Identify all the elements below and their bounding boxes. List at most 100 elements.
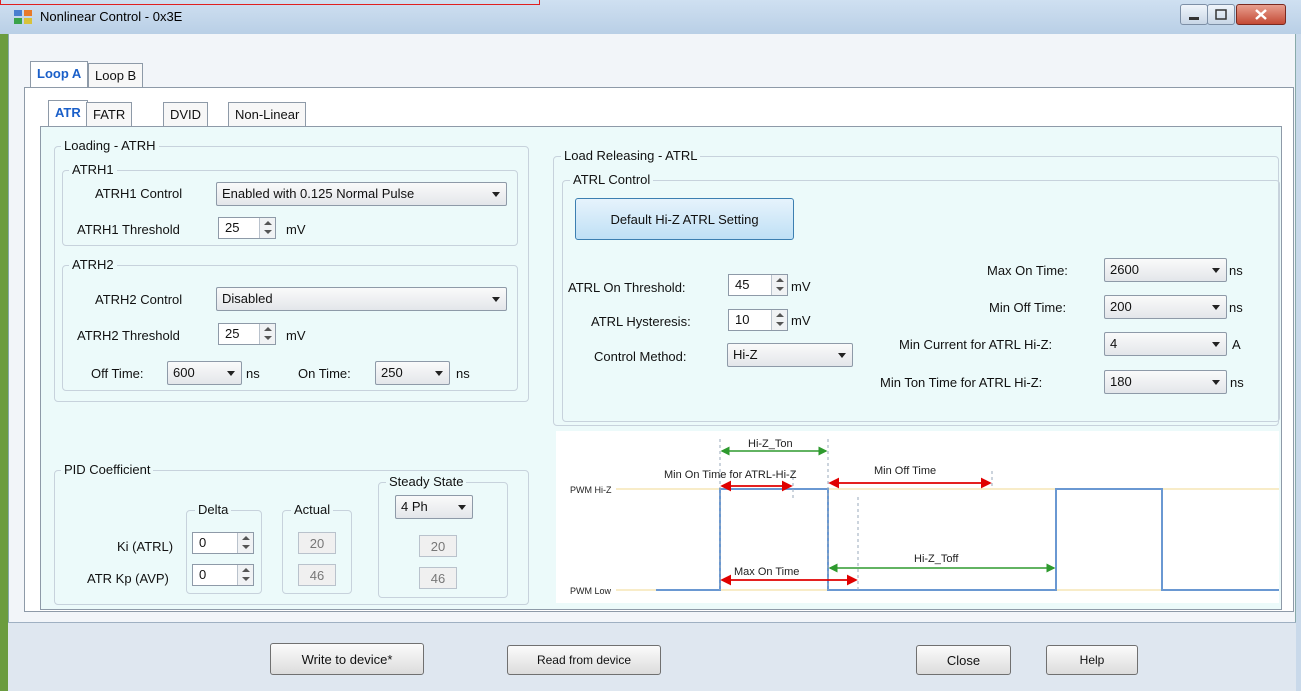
- max-on-time-label: Max On Time: [734, 566, 799, 578]
- tab-fatr[interactable]: FATR: [86, 102, 133, 126]
- chevron-down-icon: [492, 192, 500, 197]
- tab-atr[interactable]: ATR: [48, 100, 88, 126]
- default-hiz-atrl-button[interactable]: Default Hi-Z ATRL Setting: [575, 198, 794, 240]
- tab-label: Non-Linear: [235, 107, 300, 122]
- ki-delta-spinner[interactable]: 0: [192, 532, 254, 554]
- help-button[interactable]: Help: [1046, 645, 1138, 675]
- arrow-down-icon: [776, 322, 784, 326]
- write-to-device-button[interactable]: Write to device*: [270, 643, 424, 675]
- select-value: 180: [1110, 374, 1132, 389]
- min-current-label: Min Current for ATRL Hi-Z:: [899, 337, 1053, 352]
- max-on-time-unit: ns: [1229, 263, 1243, 278]
- minimize-button[interactable]: [1180, 4, 1208, 25]
- phase-select[interactable]: 4 Ph: [395, 495, 473, 519]
- select-value: 2600: [1110, 262, 1139, 277]
- group-title: Load Releasing - ATRL: [561, 148, 701, 163]
- minimize-icon: [1189, 17, 1199, 20]
- group-title: PID Coefficient: [61, 462, 154, 477]
- chevron-down-icon: [1212, 268, 1220, 273]
- ki-label: Ki (ATRL): [117, 539, 174, 554]
- close-button[interactable]: Close: [916, 645, 1011, 675]
- atrh1-control-label: ATRH1 Control: [95, 186, 183, 201]
- group-title: ATRH2: [69, 257, 117, 272]
- on-time-label: On Time:: [298, 366, 351, 381]
- pwm-hiz-label: PWM Hi-Z: [570, 485, 612, 495]
- hiz-ton-label: Hi-Z_Ton: [748, 438, 793, 450]
- tab-dvid[interactable]: DVID: [163, 102, 209, 126]
- spinner-value: 10: [735, 312, 750, 327]
- spinner-arrows[interactable]: [771, 275, 787, 295]
- on-time-select[interactable]: 250: [375, 361, 450, 385]
- tab-label: Loop B: [95, 68, 137, 83]
- atrl-hysteresis-spinner[interactable]: 10: [728, 309, 788, 331]
- atrh1-threshold-label: ATRH1 Threshold: [77, 222, 180, 237]
- close-icon: [1255, 9, 1267, 20]
- title-bar[interactable]: Nonlinear Control - 0x3E: [0, 0, 1301, 34]
- atrh2-control-select[interactable]: Disabled: [216, 287, 507, 311]
- select-value: 250: [381, 365, 403, 380]
- chevron-down-icon: [1212, 380, 1220, 385]
- spinner-arrows[interactable]: [237, 533, 253, 553]
- atrh1-threshold-unit: mV: [286, 222, 306, 237]
- spinner-arrows[interactable]: [259, 218, 275, 238]
- atrh1-threshold-spinner[interactable]: 25: [218, 217, 276, 239]
- close-window-button[interactable]: [1236, 4, 1286, 25]
- kp-steady-value: 46: [419, 567, 457, 589]
- group-title: ATRL Control: [570, 172, 654, 187]
- chevron-down-icon: [435, 371, 443, 376]
- select-value: 4 Ph: [401, 499, 428, 514]
- read-from-device-button[interactable]: Read from device: [507, 645, 661, 675]
- arrow-down-icon: [264, 336, 272, 340]
- max-on-time-select[interactable]: 2600: [1104, 258, 1227, 282]
- tab-loop-a[interactable]: Loop A: [30, 61, 89, 87]
- arrow-up-icon: [242, 536, 250, 540]
- select-value: Hi-Z: [733, 347, 758, 362]
- window-title: Nonlinear Control - 0x3E: [40, 9, 183, 24]
- control-method-select[interactable]: Hi-Z: [727, 343, 853, 367]
- atrl-on-threshold-label: ATRL On Threshold:: [568, 280, 686, 295]
- spinner-arrows[interactable]: [771, 310, 787, 330]
- select-value: Enabled with 0.125 Normal Pulse: [222, 186, 415, 201]
- chevron-down-icon: [1212, 342, 1220, 347]
- min-off-time-select[interactable]: 200: [1104, 295, 1227, 319]
- kp-actual-value: 46: [298, 564, 336, 586]
- tab-non-linear[interactable]: Non-Linear: [228, 102, 307, 126]
- spinner-arrows[interactable]: [259, 324, 275, 344]
- kp-delta-spinner[interactable]: 0: [192, 564, 254, 586]
- tab-label: DVID: [170, 107, 202, 122]
- arrow-up-icon: [264, 221, 272, 225]
- min-ton-time-select[interactable]: 180: [1104, 370, 1227, 394]
- tab-label: ATR: [55, 105, 81, 120]
- spinner-value: 45: [735, 277, 750, 292]
- spinner-value: 0: [199, 535, 207, 550]
- min-current-unit: A: [1232, 337, 1241, 352]
- spinner-value: 0: [199, 567, 207, 582]
- atrh2-threshold-unit: mV: [286, 328, 306, 343]
- group-title: Delta: [195, 502, 232, 517]
- max-on-time-label: Max On Time:: [987, 263, 1068, 278]
- atrl-on-threshold-spinner[interactable]: 45: [728, 274, 788, 296]
- select-value: 4: [1110, 336, 1118, 351]
- hiz-timing-diagram: Hi-Z_Ton Min On Time for ATRL-Hi-Z Min O…: [556, 431, 1279, 603]
- spinner-arrows[interactable]: [237, 565, 253, 585]
- chevron-down-icon: [458, 505, 466, 510]
- atrh2-threshold-spinner[interactable]: 25: [218, 323, 276, 345]
- chevron-down-icon: [838, 353, 846, 358]
- atrh1-control-select[interactable]: Enabled with 0.125 Normal Pulse: [216, 182, 507, 206]
- chevron-down-icon: [492, 297, 500, 302]
- min-current-select[interactable]: 4: [1104, 332, 1227, 356]
- min-off-time-label: Min Off Time:: [989, 300, 1067, 315]
- tab-loop-b[interactable]: Loop B: [88, 63, 144, 87]
- on-time-unit: ns: [456, 366, 470, 381]
- maximize-button[interactable]: [1207, 4, 1235, 25]
- arrow-down-icon: [242, 577, 250, 581]
- atrh2-threshold-label: ATRH2 Threshold: [77, 328, 180, 343]
- arrow-down-icon: [264, 230, 272, 234]
- maximize-icon: [1215, 9, 1227, 20]
- atrl-hysteresis-unit: mV: [791, 313, 811, 328]
- off-time-select[interactable]: 600: [167, 361, 242, 385]
- select-value: Disabled: [222, 291, 273, 306]
- select-value: 600: [173, 365, 195, 380]
- tab-label: Loop A: [37, 66, 82, 81]
- chevron-down-icon: [227, 371, 235, 376]
